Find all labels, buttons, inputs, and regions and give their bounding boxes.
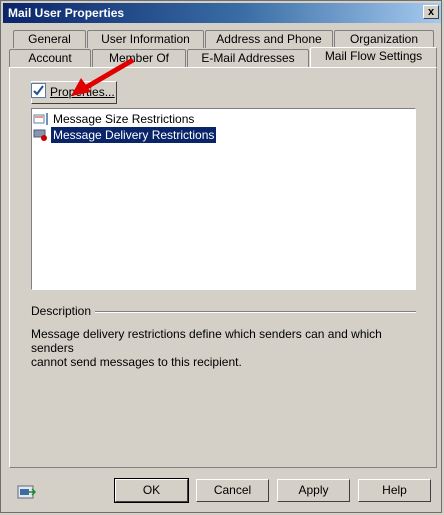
tab-email-addresses[interactable]: E-Mail Addresses — [187, 49, 309, 67]
checkmark-icon — [33, 85, 44, 96]
tab-user-information[interactable]: User Information — [87, 30, 204, 48]
tab-label: Address and Phone — [216, 32, 322, 46]
description-heading: Description — [31, 304, 96, 318]
tab-label: Mail Flow Settings — [324, 49, 423, 63]
title-bar[interactable]: Mail User Properties x — [3, 3, 441, 23]
exchange-console-icon[interactable] — [17, 483, 37, 501]
help-label: Help — [382, 483, 407, 497]
cancel-label: Cancel — [213, 483, 252, 497]
apply-button[interactable]: Apply — [277, 479, 350, 502]
window-title: Mail User Properties — [8, 6, 125, 20]
tab-label: User Information — [101, 32, 190, 46]
help-button[interactable]: Help — [358, 479, 431, 502]
tab-label: General — [28, 32, 71, 46]
properties-checkbox[interactable] — [31, 83, 46, 98]
tab-label: Organization — [349, 32, 419, 46]
tab-organization[interactable]: Organization — [334, 30, 434, 48]
close-icon: x — [427, 6, 435, 18]
tab-address-and-phone[interactable]: Address and Phone — [205, 30, 333, 48]
red-arrow-icon — [71, 57, 135, 96]
ok-button[interactable]: OK — [114, 478, 189, 503]
tab-label: E-Mail Addresses — [201, 51, 295, 65]
apply-label: Apply — [298, 483, 329, 497]
tab-mail-flow-settings[interactable]: Mail Flow Settings — [310, 47, 437, 67]
cancel-button[interactable]: Cancel — [196, 479, 269, 502]
tab-general[interactable]: General — [13, 30, 86, 48]
dialog-window: Mail User Properties x General User Info… — [0, 0, 442, 513]
close-button[interactable]: x — [423, 5, 439, 19]
ok-label: OK — [142, 483, 161, 497]
tab-panel — [9, 67, 437, 468]
